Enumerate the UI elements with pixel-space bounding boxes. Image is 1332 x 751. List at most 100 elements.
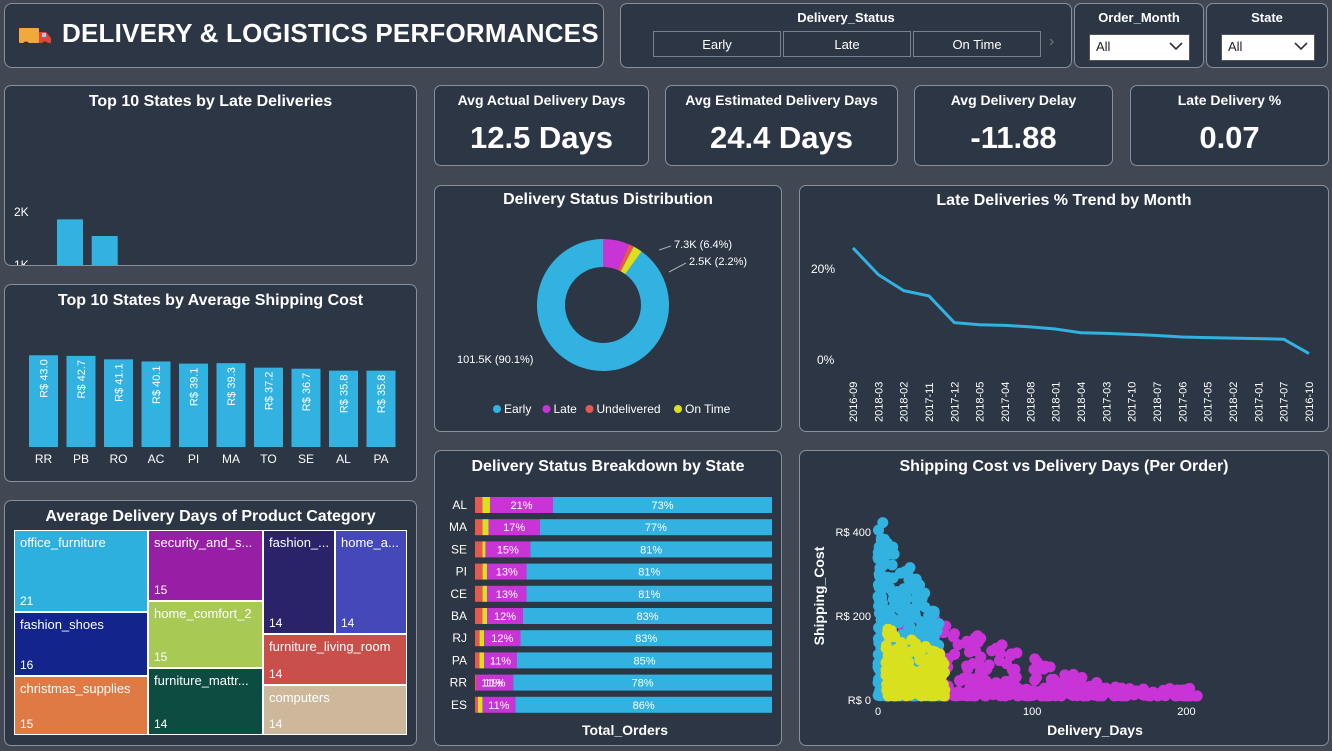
treemap-cell-home-a[interactable]: home_a... 14 xyxy=(335,530,407,634)
segment-undelivered xyxy=(475,585,483,602)
data-label: 2.5K (2.2%) xyxy=(689,256,747,268)
treemap-cell-computers[interactable]: computers 14 xyxy=(263,685,407,735)
scatter-point xyxy=(1069,685,1081,697)
status-by-state-card: Delivery Status Breakdown by State AL 21%… xyxy=(434,450,782,746)
kpi-late-delivery-pct: Late Delivery % 0.07 xyxy=(1130,85,1329,166)
data-label: 86% xyxy=(633,700,655,712)
scatter-point xyxy=(884,655,896,667)
kpi-avg-delivery-delay: Avg Delivery Delay -11.88 xyxy=(914,85,1113,166)
data-label: R$ 39.1 xyxy=(189,368,201,407)
order-month-dropdown[interactable]: All xyxy=(1089,34,1190,61)
status-by-state-chart: AL 21% 73% MA 17% 77% SE 15% 81% PI 13% 81% CE 13% 81%… xyxy=(449,497,772,738)
scatter-point xyxy=(919,601,931,613)
scatter-point xyxy=(907,604,919,616)
scatter-point xyxy=(1189,690,1201,702)
scatter-point xyxy=(1044,661,1056,673)
late-trend-card: Late Deliveries % Trend by Month 20% 0% 20… xyxy=(799,185,1329,432)
leader-line xyxy=(668,262,687,273)
legend-marker xyxy=(542,405,551,413)
x-tick-label: PB xyxy=(73,452,89,466)
scatter-card: Shipping Cost vs Delivery Days (Per Orde… xyxy=(799,450,1329,746)
chevron-right-icon[interactable]: › xyxy=(1049,33,1054,51)
scatter-point xyxy=(895,637,907,649)
y-tick-label: PI xyxy=(456,565,467,579)
data-label: 78% xyxy=(632,678,654,690)
segment-on-time xyxy=(479,652,484,669)
treemap-label: home_a... xyxy=(341,535,399,550)
scatter-point xyxy=(1008,672,1020,684)
segment-on-time xyxy=(482,497,490,513)
treemap-value: 15 xyxy=(154,583,168,597)
chart-title: Average Delivery Days of Product Categor… xyxy=(45,508,376,525)
scatter-point xyxy=(878,573,890,585)
scatter-point xyxy=(987,689,999,701)
segment-undelivered xyxy=(475,563,483,580)
data-label: 81% xyxy=(640,544,662,556)
y-tick-label: MA xyxy=(449,520,467,534)
slicer-option-on-time[interactable]: On Time xyxy=(913,31,1041,57)
treemap-cell-office-furniture[interactable]: office_furniture 21 xyxy=(14,530,148,612)
legend-label: Early xyxy=(504,402,531,416)
scatter-point xyxy=(877,517,889,529)
treemap-cell-christmas-supplies[interactable]: christmas_supplies 15 xyxy=(14,676,148,735)
slicer-option-early[interactable]: Early xyxy=(653,31,781,57)
y-tick-label: 1K xyxy=(14,258,29,265)
segment-undelivered xyxy=(475,497,483,513)
x-tick-label: 100 xyxy=(1023,706,1041,718)
treemap-value: 15 xyxy=(154,650,168,664)
treemap-cell-furniture-living-room[interactable]: furniture_living_room 14 xyxy=(263,634,407,685)
chevron-down-icon xyxy=(1294,38,1308,57)
data-label: R$ 36.7 xyxy=(301,373,313,412)
scatter-point xyxy=(948,649,960,661)
treemap-cell-home-comfort[interactable]: home_comfort_2 15 xyxy=(148,601,263,668)
scatter-point xyxy=(919,620,931,632)
treemap-cell-fashion[interactable]: fashion_... 14 xyxy=(263,530,335,634)
scatter-point xyxy=(1171,684,1183,696)
page-title: DELIVERY & LOGISTICS PERFORMANCES xyxy=(62,18,599,48)
treemap-cell-furniture-mattress[interactable]: furniture_mattr... 14 xyxy=(148,668,263,735)
data-label: 11% xyxy=(490,655,511,667)
scatter-point xyxy=(1005,648,1017,660)
data-label: R$ 37.2 xyxy=(264,372,276,411)
scatter-point xyxy=(1045,674,1057,686)
treemap-value: 14 xyxy=(341,616,355,630)
segment-undelivered xyxy=(475,696,478,713)
slicer-title: Delivery_Status xyxy=(797,10,895,25)
kpi-label: Avg Estimated Delivery Days xyxy=(685,92,878,108)
scatter-point xyxy=(891,688,903,700)
kpi-value: 0.07 xyxy=(1199,120,1260,155)
data-label: 11% xyxy=(488,700,509,712)
kpi-value: 12.5 Days xyxy=(469,120,614,155)
scatter-point xyxy=(1037,690,1049,702)
leader-line xyxy=(658,245,672,251)
kpi-label: Late Delivery % xyxy=(1177,92,1282,108)
y-tick-label: R$ 200 xyxy=(836,611,871,623)
x-tick-label: 2018-08 xyxy=(1025,382,1037,422)
y-tick-label: R$ 400 xyxy=(836,527,871,539)
x-tick-label: 2017-04 xyxy=(1000,382,1012,422)
data-label: 7.3K (6.4%) xyxy=(674,239,732,251)
x-tick-label: SE xyxy=(298,452,314,466)
treemap-cell-security[interactable]: security_and_s... 15 xyxy=(148,530,263,601)
data-label: 13% xyxy=(496,567,518,579)
status-donut-chart: 7.3K (6.4%) 2.5K (2.2%) 101.5K (90.1%) Earl… xyxy=(457,239,747,416)
treemap-label: home_comfort_2 xyxy=(154,606,252,621)
treemap-label: computers xyxy=(269,690,330,705)
y-tick-label: PA xyxy=(452,653,467,667)
treemap-cell-fashion-shoes[interactable]: fashion_shoes 16 xyxy=(14,612,148,676)
segment-undelivered xyxy=(475,652,480,669)
shipping-cost-chart-card: Top 10 States by Average Shipping Cost R… xyxy=(4,284,417,482)
scatter-point xyxy=(975,651,987,663)
state-dropdown[interactable]: All xyxy=(1221,34,1315,61)
x-tick-label: 2016-09 xyxy=(848,382,860,422)
x-tick-label: TO xyxy=(260,452,276,466)
data-label: R$ 40.1 xyxy=(151,365,163,404)
treemap-value: 15 xyxy=(20,717,34,731)
segment-undelivered xyxy=(475,541,483,558)
slicer-option-late[interactable]: Late xyxy=(783,31,911,57)
x-tick-label: 2016-10 xyxy=(1304,382,1316,422)
treemap-value: 14 xyxy=(269,616,283,630)
data-label: 81% xyxy=(638,567,660,579)
slicer-title: State xyxy=(1251,10,1283,25)
scatter-point xyxy=(974,666,986,678)
